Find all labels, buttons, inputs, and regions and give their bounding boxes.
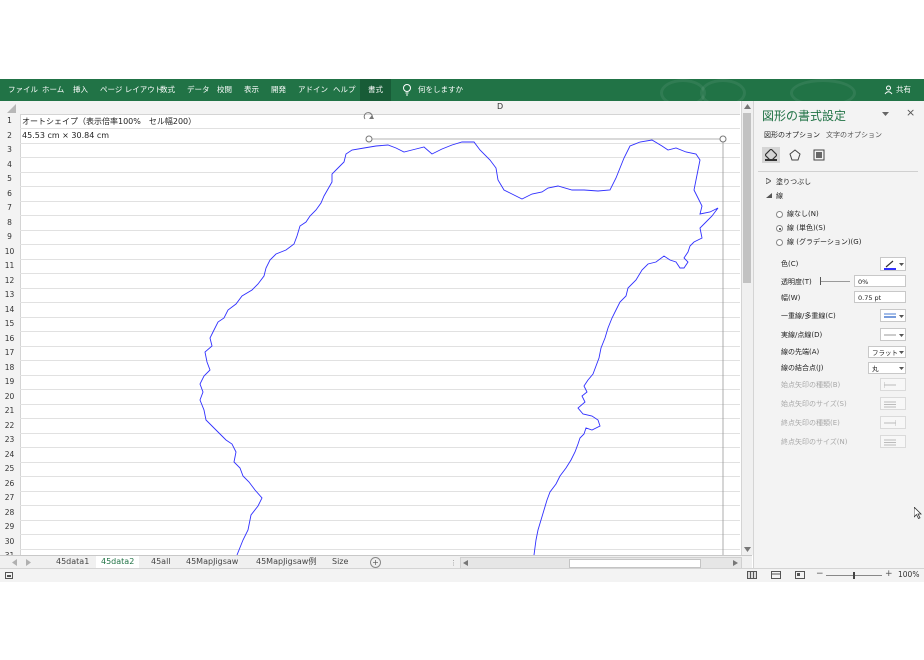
format-shape-pane: 図形の書式設定 × 図形のオプション 文字のオプション 塗りつぶし 線 線なし(… bbox=[753, 101, 924, 568]
radio-line-none-label[interactable]: 線なし(N) bbox=[787, 209, 819, 219]
h-scroll-thumb[interactable] bbox=[569, 559, 701, 568]
compound-type-dropdown[interactable] bbox=[880, 309, 906, 322]
page-break-view-icon[interactable] bbox=[795, 571, 805, 579]
expand-arrow-icon[interactable] bbox=[766, 178, 771, 184]
person-icon[interactable] bbox=[884, 85, 893, 97]
dash-line-icon bbox=[884, 334, 896, 336]
dash-type-label: 実線/点線(D) bbox=[781, 331, 823, 339]
arrow-size-icon bbox=[884, 439, 896, 446]
scroll-left-icon[interactable] bbox=[463, 560, 468, 566]
transparency-slider-handle[interactable] bbox=[820, 277, 821, 285]
paint-bucket-icon bbox=[765, 149, 777, 161]
fill-section-header[interactable]: 塗りつぶし bbox=[776, 177, 811, 187]
resize-handle[interactable] bbox=[365, 135, 373, 143]
end-arrow-type-label: 終点矢印の種類(E) bbox=[781, 419, 840, 427]
end-arrow-size-dropdown[interactable] bbox=[880, 435, 906, 448]
map-shape[interactable] bbox=[0, 0, 752, 555]
pentagon-effects-icon[interactable] bbox=[789, 149, 801, 161]
scroll-right-icon[interactable] bbox=[733, 560, 738, 566]
color-label: 色(C) bbox=[781, 260, 799, 268]
pane-divider bbox=[758, 171, 918, 172]
dash-type-dropdown[interactable] bbox=[880, 328, 906, 341]
collapse-arrow-icon[interactable] bbox=[766, 193, 772, 198]
end-arrow-size-label: 終点矢印のサイズ(N) bbox=[781, 438, 848, 446]
compound-type-label: 一重線/多重線(C) bbox=[781, 312, 836, 320]
pen-color-icon bbox=[884, 260, 896, 270]
macro-record-icon[interactable] bbox=[5, 572, 13, 579]
arrow-size-icon bbox=[884, 401, 896, 408]
scroll-down-icon[interactable] bbox=[744, 547, 751, 552]
cap-type-label: 線の先端(A) bbox=[781, 348, 820, 356]
begin-arrow-size-dropdown[interactable] bbox=[880, 397, 906, 410]
dropdown-arrow-icon bbox=[899, 263, 904, 266]
width-input[interactable]: 0.75 pt bbox=[854, 291, 906, 303]
radio-line-solid[interactable] bbox=[776, 225, 783, 232]
pane-title: 図形の書式設定 bbox=[762, 109, 847, 123]
transparency-input[interactable]: 0% bbox=[854, 275, 906, 287]
radio-line-gradient[interactable] bbox=[776, 239, 783, 246]
compound-line-icon bbox=[884, 313, 896, 318]
scroll-up-icon[interactable] bbox=[744, 104, 751, 109]
transparency-label: 透明度(T) bbox=[781, 278, 812, 286]
share-button[interactable]: 共有 bbox=[896, 79, 911, 101]
radio-line-solid-label[interactable]: 線 (単色)(S) bbox=[787, 223, 826, 233]
zoom-level[interactable]: 100% bbox=[898, 570, 919, 579]
status-bar: − + 100% bbox=[0, 568, 924, 582]
normal-view-icon[interactable] bbox=[747, 571, 757, 579]
join-type-label: 線の結合点(J) bbox=[781, 364, 824, 372]
resize-handle[interactable] bbox=[719, 135, 727, 143]
prev-sheet-icon[interactable] bbox=[12, 559, 18, 566]
close-icon[interactable]: × bbox=[906, 106, 915, 119]
dropdown-arrow-icon bbox=[899, 351, 904, 354]
tab-split-handle[interactable]: ⋮ bbox=[450, 559, 457, 567]
vertical-scrollbar[interactable] bbox=[741, 101, 753, 555]
dropdown-arrow-icon bbox=[899, 334, 904, 337]
line-color-picker[interactable] bbox=[880, 257, 906, 271]
coastline-outline bbox=[199, 139, 719, 555]
begin-arrow-size-label: 始点矢印のサイズ(S) bbox=[781, 400, 847, 408]
zoom-slider-handle[interactable] bbox=[853, 572, 855, 579]
radio-line-gradient-label[interactable]: 線 (グラデーション)(G) bbox=[787, 237, 861, 247]
end-arrow-type-dropdown[interactable] bbox=[880, 416, 906, 429]
radio-line-none[interactable] bbox=[776, 211, 783, 218]
dropdown-arrow-icon bbox=[899, 315, 904, 318]
fill-line-icon-button[interactable] bbox=[762, 147, 780, 163]
mouse-cursor-icon bbox=[914, 507, 922, 519]
zoom-out-icon[interactable]: − bbox=[816, 569, 824, 579]
dropdown-arrow-icon bbox=[899, 367, 904, 370]
tab-text-options[interactable]: 文字のオプション bbox=[826, 130, 882, 140]
cap-type-dropdown[interactable]: フラット bbox=[868, 346, 906, 358]
next-sheet-icon[interactable] bbox=[26, 559, 32, 566]
sheet-tabs-bar: 45data1 45data2 45all 45MapJigsaw 45MapJ… bbox=[0, 555, 752, 571]
width-label: 幅(W) bbox=[781, 294, 801, 302]
zoom-in-icon[interactable]: + bbox=[885, 569, 893, 579]
tab-shape-options[interactable]: 図形のオプション bbox=[764, 130, 820, 140]
size-properties-icon[interactable] bbox=[813, 149, 825, 161]
begin-arrow-type-dropdown[interactable] bbox=[880, 378, 906, 391]
join-type-dropdown[interactable]: 丸 bbox=[868, 362, 906, 374]
arrow-type-icon bbox=[884, 420, 896, 426]
transparency-slider[interactable] bbox=[820, 281, 850, 282]
line-section-header[interactable]: 線 bbox=[776, 191, 783, 201]
scroll-thumb[interactable] bbox=[743, 113, 751, 283]
pane-options-icon[interactable] bbox=[882, 112, 889, 117]
begin-arrow-type-label: 始点矢印の種類(B) bbox=[781, 381, 841, 389]
rotate-handle-icon[interactable] bbox=[363, 112, 374, 120]
page-layout-view-icon[interactable] bbox=[771, 571, 781, 579]
add-sheet-icon[interactable]: + bbox=[370, 557, 381, 568]
arrow-type-icon bbox=[884, 382, 896, 388]
